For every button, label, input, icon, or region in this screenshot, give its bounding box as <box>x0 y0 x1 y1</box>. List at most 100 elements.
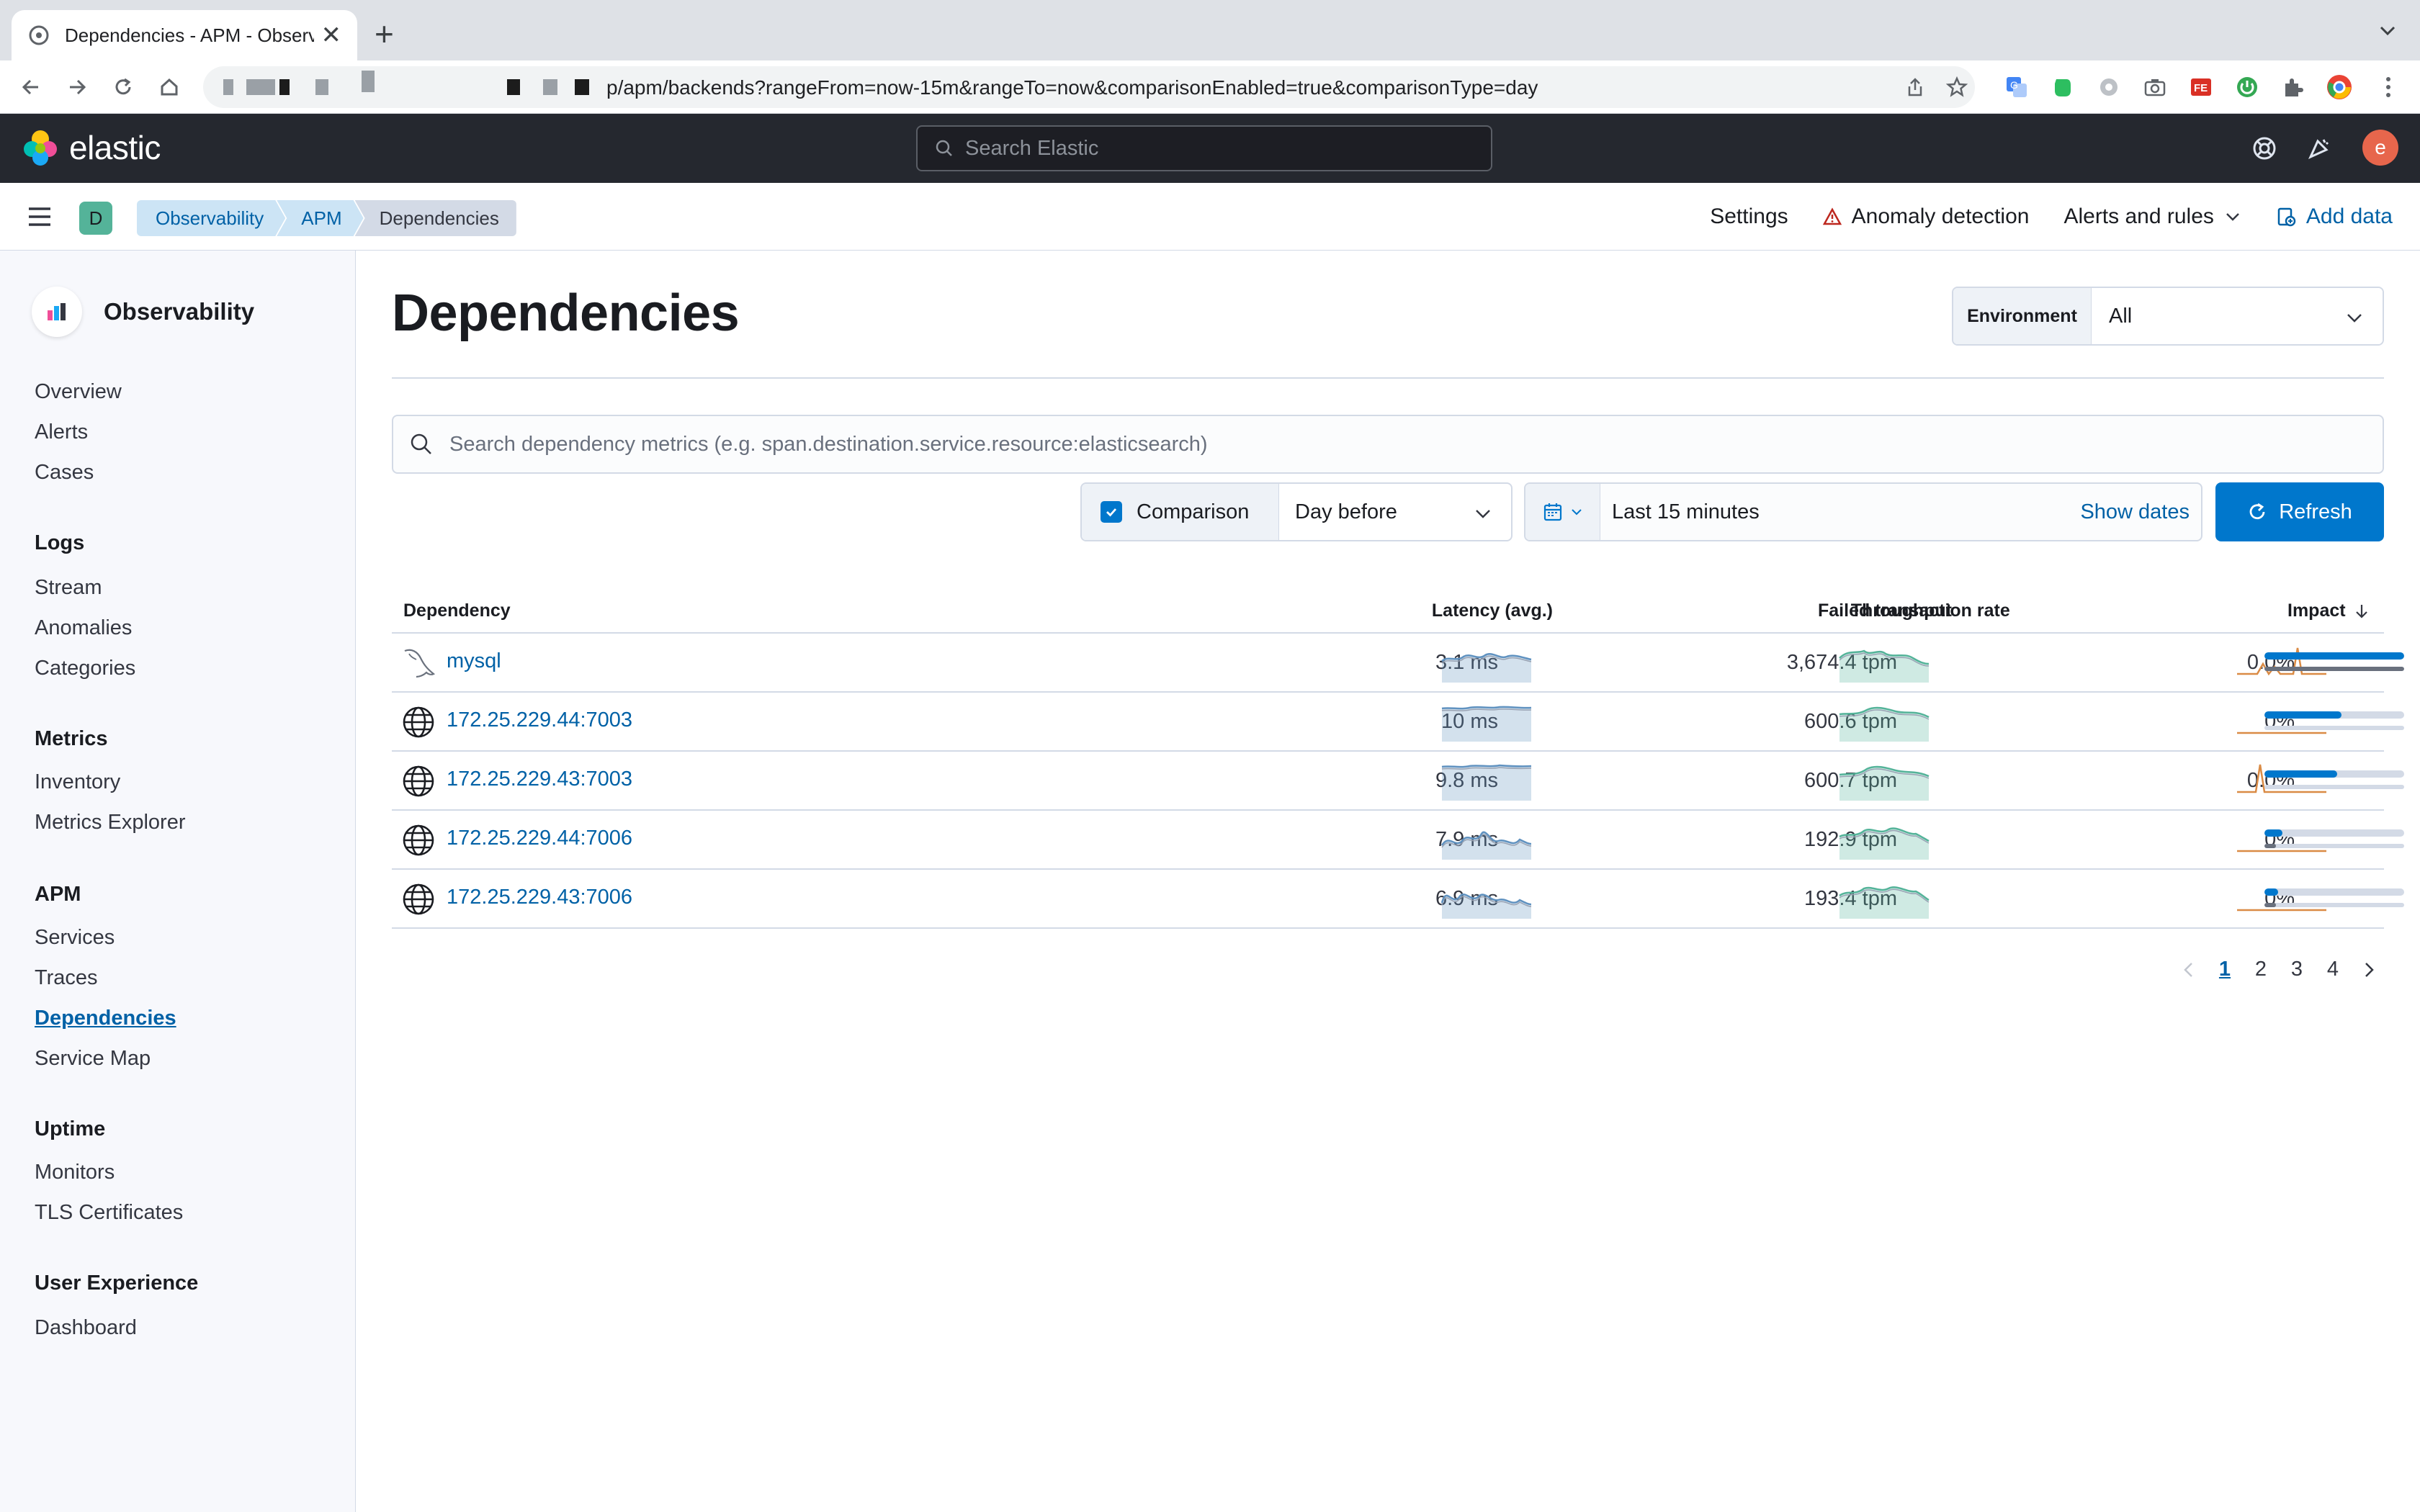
space-avatar[interactable]: D <box>79 202 112 235</box>
puzzle-extensions-icon[interactable] <box>2279 73 2308 102</box>
show-dates-link[interactable]: Show dates <box>2080 500 2190 524</box>
news-feed-icon[interactable] <box>2305 134 2334 163</box>
chevron-right-icon[interactable] <box>2358 959 2380 981</box>
elastic-logo[interactable]: elastic <box>22 128 161 167</box>
nav-traces[interactable]: Traces <box>35 966 98 990</box>
alerts-and-rules-menu[interactable]: Alerts and rules <box>2063 204 2241 229</box>
side-nav: Observability Overview Alerts Cases Logs… <box>0 251 356 1512</box>
tab-search-chevron-icon[interactable] <box>2377 20 2398 42</box>
dependency-search-input[interactable]: Search dependency metrics (e.g. span.des… <box>392 415 2384 474</box>
home-icon[interactable] <box>154 72 184 102</box>
gear-extension-icon[interactable] <box>2094 73 2123 102</box>
breadcrumb-observability[interactable]: Observability <box>137 200 285 236</box>
nav-tls-certificates[interactable]: TLS Certificates <box>35 1201 183 1225</box>
quick-select-button[interactable] <box>1525 484 1600 540</box>
search-icon <box>411 433 431 454</box>
kibana-favicon-icon <box>29 25 49 45</box>
browser-menu-icon[interactable] <box>2374 73 2403 102</box>
page-1[interactable]: 1 <box>2207 958 2243 981</box>
fe-extension-icon[interactable]: FE <box>2187 73 2215 102</box>
page-2[interactable]: 2 <box>2243 958 2279 981</box>
throughput-sparkline <box>1839 706 1930 742</box>
dependency-link[interactable]: 172.25.229.44:7003 <box>447 708 632 732</box>
help-icon[interactable] <box>2250 134 2279 163</box>
elastic-wordmark: elastic <box>69 129 161 166</box>
browser-tab[interactable]: Dependencies - APM - Observ ✕ <box>12 10 357 60</box>
col-failed-transaction-rate[interactable]: Failed transaction rate <box>1818 600 2010 621</box>
date-range-label[interactable]: Last 15 minutes <box>1612 500 2080 524</box>
nav-overview[interactable]: Overview <box>35 380 122 404</box>
nav-metrics-explorer[interactable]: Metrics Explorer <box>35 811 186 834</box>
nav-alerts[interactable]: Alerts <box>35 420 88 444</box>
power-extension-icon[interactable] <box>2233 73 2262 102</box>
nav-cases[interactable]: Cases <box>35 461 94 485</box>
nav-dashboard[interactable]: Dashboard <box>35 1316 137 1340</box>
dependency-link[interactable]: 172.25.229.43:7006 <box>447 886 632 909</box>
environment-value[interactable]: All <box>2092 288 2383 344</box>
forward-icon[interactable] <box>62 72 92 102</box>
search-icon <box>936 140 952 156</box>
impact-bar-fill <box>2264 770 2337 778</box>
settings-link[interactable]: Settings <box>1710 204 1788 229</box>
globe-icon <box>402 824 435 860</box>
table-row: 172.25.229.43:7003 9.8 ms 600.7 tpm 0.0% <box>392 752 2404 811</box>
global-search-input[interactable]: Search Elastic <box>916 125 1492 171</box>
address-bar[interactable]: p/apm/backends?rangeFrom=now-15m&rangeTo… <box>203 66 1975 108</box>
redacted-block <box>246 79 275 95</box>
impact-bar <box>2264 888 2404 896</box>
latency-sparkline <box>1441 706 1532 742</box>
browser-tab-title: Dependencies - APM - Observ <box>65 24 314 46</box>
svg-text:G: G <box>2010 79 2018 91</box>
bookmark-star-icon[interactable] <box>1946 76 1968 98</box>
comparison-type-select[interactable]: Day before <box>1279 484 1511 540</box>
redacted-block <box>575 79 589 95</box>
anomaly-detection-link[interactable]: Anomaly detection <box>1822 204 2029 229</box>
elastic-cluster-icon <box>24 130 57 166</box>
evernote-extension-icon[interactable] <box>2048 73 2077 102</box>
col-latency[interactable]: Latency (avg.) <box>1432 600 1553 621</box>
col-dependency[interactable]: Dependency <box>403 600 511 621</box>
dependency-link[interactable]: 172.25.229.44:7006 <box>447 827 632 850</box>
col-impact[interactable]: Impact <box>2287 600 2370 621</box>
nav-group-user-experience: User Experience <box>35 1272 199 1295</box>
comparison-checkbox[interactable]: Comparison <box>1082 484 1279 540</box>
breadcrumb-apm[interactable]: APM <box>277 200 363 236</box>
col-impact-label: Impact <box>2287 600 2346 621</box>
translate-extension-icon[interactable]: G <box>2002 73 2031 102</box>
warning-icon <box>1822 207 1842 225</box>
back-icon[interactable] <box>16 72 46 102</box>
environment-select[interactable]: Environment All <box>1952 287 2384 346</box>
reload-icon[interactable] <box>108 72 138 102</box>
refresh-button[interactable]: Refresh <box>2215 482 2384 541</box>
nav-inventory[interactable]: Inventory <box>35 770 120 794</box>
nav-categories[interactable]: Categories <box>35 657 135 680</box>
date-picker: Last 15 minutes Show dates <box>1524 482 2202 541</box>
redacted-block <box>507 79 520 95</box>
add-data-link[interactable]: Add data <box>2276 204 2393 229</box>
side-nav-header: Observability <box>32 287 254 337</box>
page-3[interactable]: 3 <box>2279 958 2315 981</box>
camera-extension-icon[interactable] <box>2141 73 2169 102</box>
nav-dependencies[interactable]: Dependencies <box>35 1007 176 1030</box>
globe-icon <box>402 706 435 742</box>
table-row: 172.25.229.44:7003 10 ms 600.6 tpm 0% <box>392 693 2404 752</box>
menu-toggle-icon[interactable] <box>27 206 52 228</box>
nav-monitors[interactable]: Monitors <box>35 1161 115 1184</box>
chevron-down-icon <box>1476 510 1490 518</box>
latency-sparkline <box>1440 894 1532 919</box>
impact-bar-fill <box>2264 652 2404 660</box>
dependency-link[interactable]: 172.25.229.43:7003 <box>447 768 632 791</box>
share-icon[interactable] <box>1904 76 1926 98</box>
pagination: 1 2 3 4 <box>2178 958 2380 981</box>
dependency-link[interactable]: mysql <box>447 649 501 673</box>
nav-anomalies[interactable]: Anomalies <box>35 616 132 640</box>
nav-stream[interactable]: Stream <box>35 576 102 600</box>
chrome-profile-icon[interactable] <box>2325 73 2354 102</box>
close-tab-icon[interactable]: ✕ <box>321 21 342 50</box>
page-4[interactable]: 4 <box>2315 958 2351 981</box>
new-tab-icon[interactable]: + <box>375 16 394 52</box>
nav-service-map[interactable]: Service Map <box>35 1047 151 1071</box>
latency-sparkline <box>1441 653 1532 683</box>
nav-services[interactable]: Services <box>35 926 115 950</box>
user-avatar[interactable]: e <box>2362 130 2398 166</box>
